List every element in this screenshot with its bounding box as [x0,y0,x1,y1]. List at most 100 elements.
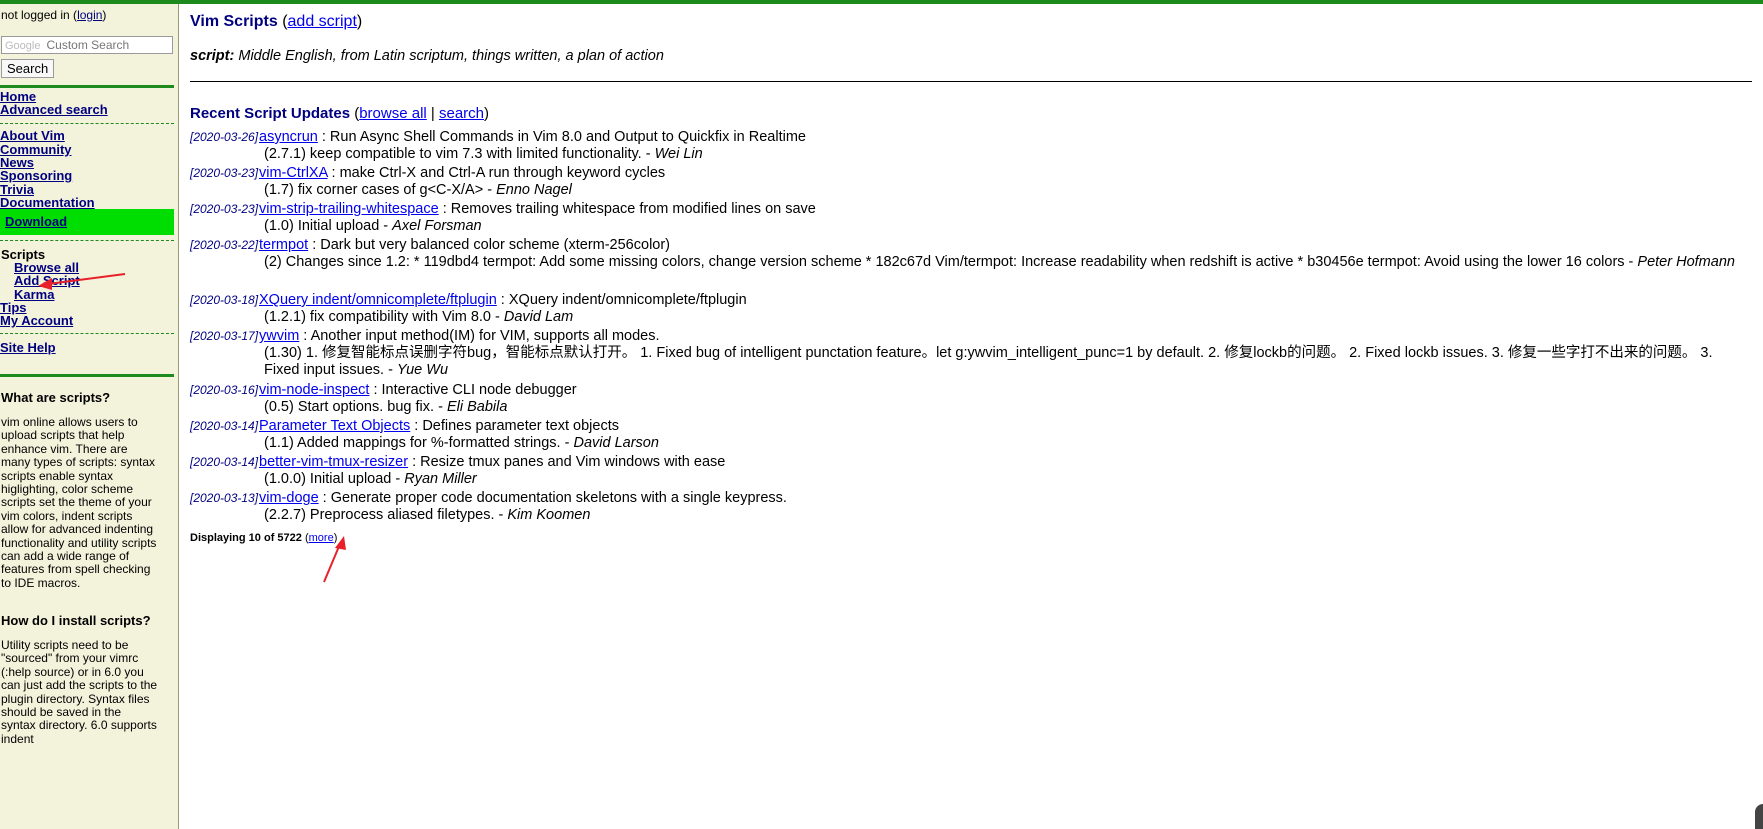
update-date: [2020-03-23] [190,166,259,180]
faq-answer: Utility scripts need to be "sourced" fro… [1,638,158,746]
update-detail: (2.2.7) Preprocess aliased filetypes. - … [264,507,1750,524]
update-summary: [2020-03-22]termpot : Dark but very bala… [190,237,1750,253]
update-detail-text: (1.0.0) Initial upload - [264,471,405,487]
update-detail-text: (1.7) fix corner cases of g<C-X/A> - [264,182,497,198]
search-placeholder: Custom Search [46,38,130,52]
update-author: Kim Koomen [507,507,591,523]
update-date: [2020-03-14] [190,419,259,433]
search-link[interactable]: search [439,105,484,122]
update-summary-text: : Resize tmux panes and Vim windows with… [408,454,726,470]
update-date: [2020-03-16] [190,383,259,397]
nav-advanced-search[interactable]: Advanced search [0,102,108,117]
nav-add-script[interactable]: Add Script [14,273,80,288]
search-button[interactable]: Search [1,59,55,78]
update-author: Enno Nagel [496,182,572,198]
update-summary: [2020-03-14]Parameter Text Objects : Def… [190,418,1750,434]
script-link[interactable]: better-vim-tmux-resizer [259,454,408,470]
update-summary-text: : Generate proper code documentation ske… [318,490,787,506]
update-item: [2020-03-17]ywvim : Another input method… [190,328,1750,379]
update-date: [2020-03-13] [190,491,259,505]
update-item: [2020-03-22]termpot : Dark but very bala… [190,237,1750,271]
add-script-link[interactable]: add script [288,13,357,30]
update-detail: (1.30) 1. 修复智能标点误删字符bug，智能标点默认打开。 1. Fix… [264,345,1750,379]
update-date: [2020-03-17] [190,329,259,343]
update-detail: (1.7) fix corner cases of g<C-X/A> - Enn… [264,182,1750,199]
sidebar-divider [0,374,174,377]
update-item: [2020-03-26]asyncrun : Run Async Shell C… [190,129,1750,163]
update-item: [2020-03-13]vim-doge : Generate proper c… [190,490,1750,524]
update-detail: (1.0) Initial upload - Axel Forsman [264,218,1750,235]
results-footer: Displaying 10 of 5722 (more) [190,532,338,544]
script-link[interactable]: vim-CtrlXA [259,165,327,181]
update-detail-text: (2) Changes since 1.2: * 119dbd4 termpot… [264,254,1638,270]
update-detail: (1.2.1) fix compatibility with Vim 8.0 -… [264,309,1750,326]
update-item: [2020-03-23]vim-strip-trailing-whitespac… [190,201,1750,235]
update-date: [2020-03-18] [190,293,259,307]
update-summary: [2020-03-17]ywvim : Another input method… [190,328,1750,344]
script-link[interactable]: termpot [259,237,308,253]
update-detail: (2) Changes since 1.2: * 119dbd4 termpot… [264,254,1750,271]
update-summary: [2020-03-14]better-vim-tmux-resizer : Re… [190,454,1750,470]
update-detail-text: (1.30) 1. 修复智能标点误删字符bug，智能标点默认打开。 1. Fix… [264,345,1713,378]
script-link[interactable]: XQuery indent/omnicomplete/ftplugin [259,292,497,308]
page-title: Vim Scripts (add script) [190,13,363,30]
script-link[interactable]: vim-doge [259,490,319,506]
update-summary-text: : XQuery indent/omnicomplete/ftplugin [496,292,747,308]
sidebar-divider [0,333,174,334]
script-link[interactable]: vim-node-inspect [259,382,369,398]
sidebar-divider [0,85,174,88]
main-divider [190,81,1752,82]
login-status: not logged in (login) [1,8,107,22]
nav-download-label: Download [5,214,68,229]
script-link[interactable]: asyncrun [259,129,318,145]
update-date: [2020-03-23] [190,202,259,216]
update-detail: (1.1) Added mappings for %-formatted str… [264,435,1750,452]
sidebar: not logged in (login) Google Custom Searc… [0,4,179,829]
faq-question: How do I install scripts? [1,613,151,628]
update-author: Peter Hofmann [1637,254,1735,270]
nav-my-account[interactable]: My Account [0,313,73,328]
recent-updates-heading: Recent Script Updates (browse all | sear… [190,105,490,122]
nav-documentation[interactable]: Documentation [0,195,95,210]
update-item: [2020-03-23]vim-CtrlXA : make Ctrl-X and… [190,165,1750,199]
main-content: Vim Scripts (add script) script: Middle … [190,4,1755,829]
update-author: David Lam [503,309,574,325]
update-summary-text: : Interactive CLI node debugger [369,382,577,398]
login-link[interactable]: login [77,8,102,22]
nav-download[interactable]: Download [0,209,174,235]
script-link[interactable]: ywvim [259,328,299,344]
update-item: [2020-03-14]better-vim-tmux-resizer : Re… [190,454,1750,488]
update-summary: [2020-03-26]asyncrun : Run Async Shell C… [190,129,1750,145]
update-author: Ryan Miller [404,471,477,487]
browse-all-link[interactable]: browse all [359,105,427,122]
script-definition: script: Middle English, from Latin scrip… [190,48,664,64]
update-summary: [2020-03-13]vim-doge : Generate proper c… [190,490,1750,506]
scrollbar-corner [1755,804,1763,829]
update-summary: [2020-03-18]XQuery indent/omnicomplete/f… [190,292,1750,308]
update-detail-text: (2.7.1) keep compatible to vim 7.3 with … [264,146,655,162]
search-input[interactable]: Google Custom Search [1,36,173,54]
update-date: [2020-03-14] [190,455,259,469]
update-author: Axel Forsman [392,218,482,234]
nav-sponsoring[interactable]: Sponsoring [0,168,72,183]
nav-site-help[interactable]: Site Help [0,340,56,355]
update-author: Eli Babila [446,399,508,415]
update-summary-text: : Dark but very balanced color scheme (x… [308,237,671,253]
update-summary-text: : make Ctrl-X and Ctrl-A run through key… [327,165,666,181]
update-detail: (1.0.0) Initial upload - Ryan Miller [264,471,1750,488]
script-link[interactable]: vim-strip-trailing-whitespace [259,201,439,217]
update-summary-text: : Run Async Shell Commands in Vim 8.0 an… [317,129,806,145]
update-detail-text: (0.5) Start options. bug fix. - [264,399,447,415]
update-summary: [2020-03-23]vim-CtrlXA : make Ctrl-X and… [190,165,1750,181]
nav-about-vim[interactable]: About Vim [0,128,65,143]
update-date: [2020-03-22] [190,238,259,252]
update-detail-text: (1.2.1) fix compatibility with Vim 8.0 - [264,309,504,325]
update-summary-text: : Defines parameter text objects [410,418,619,434]
more-link[interactable]: more [309,532,334,544]
script-link[interactable]: Parameter Text Objects [259,418,410,434]
update-detail-text: (2.2.7) Preprocess aliased filetypes. - [264,507,508,523]
sidebar-divider [0,240,174,241]
update-summary: [2020-03-16]vim-node-inspect : Interacti… [190,382,1750,398]
update-item: [2020-03-18]XQuery indent/omnicomplete/f… [190,292,1750,326]
google-logo: Google [5,40,41,52]
